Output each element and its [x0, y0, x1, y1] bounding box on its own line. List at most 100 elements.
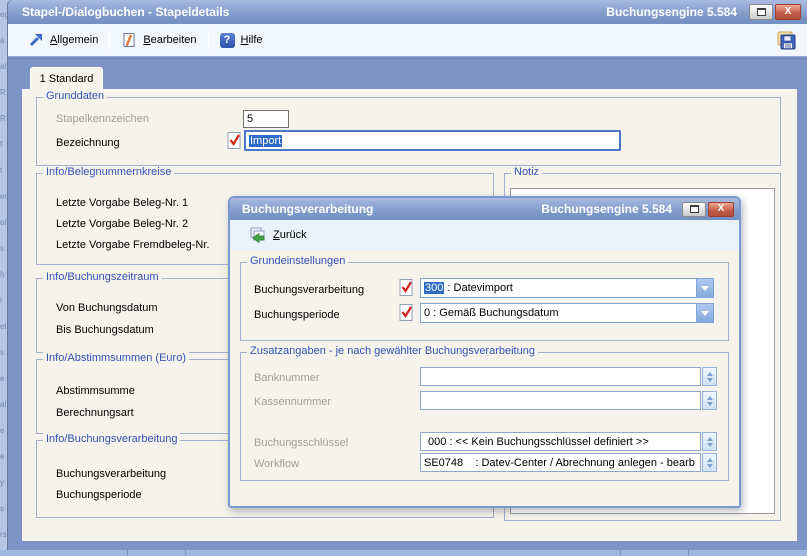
chevron-down-icon: [701, 286, 709, 291]
window-title: Stapel-/Dialogbuchen - Stapeldetails: [22, 5, 229, 19]
spinner-buttons[interactable]: [702, 432, 717, 451]
banknummer-value[interactable]: [420, 367, 701, 386]
chevron-down-icon: [701, 311, 709, 316]
group-caption: Zusatzangaben - je nach gewählter Buchun…: [247, 345, 538, 357]
bezeichnung-value: Import: [249, 135, 282, 147]
zurueck-button[interactable]: Zurück: [242, 223, 315, 247]
stapelkennzeichen-field[interactable]: 5: [243, 110, 289, 128]
dialog-toolbar: Zurück: [230, 220, 739, 250]
dropdown-button[interactable]: [696, 279, 713, 297]
background-bottom-strip: [0, 550, 807, 556]
zurueck-label: Zurück: [273, 229, 307, 241]
restore-button[interactable]: [749, 4, 773, 20]
save-button[interactable]: [774, 28, 799, 53]
buchungsschluessel-label: Buchungsschlüssel: [254, 437, 348, 449]
tab-standard[interactable]: 1 Standard: [30, 67, 103, 90]
spin-up-icon: [707, 458, 713, 462]
buchungsperiode-label: Buchungsperiode: [254, 309, 340, 321]
help-question-icon: ?: [220, 33, 235, 48]
allgemein-button[interactable]: Allgemein: [20, 28, 106, 52]
stapelkennzeichen-value: 5: [247, 113, 253, 125]
spinner-buttons[interactable]: [702, 367, 717, 386]
divider: [620, 550, 621, 556]
main-titlebar: Stapel-/Dialogbuchen - Stapeldetails Buc…: [8, 0, 807, 24]
spin-up-icon: [707, 437, 713, 441]
divider: [127, 550, 128, 556]
spin-up-icon: [707, 396, 713, 400]
row-label: Letzte Vorgabe Beleg-Nr. 1: [56, 197, 188, 209]
row-label: Letzte Vorgabe Beleg-Nr. 2: [56, 218, 188, 230]
dialog-restore-button[interactable]: [682, 202, 706, 217]
buchungsperiode-combobox[interactable]: 0 : Gemäß Buchungsdatum: [420, 303, 714, 323]
main-toolbar: Allgemein Bearbeiten ? Hilfe: [8, 24, 807, 57]
group-caption: Info/Buchungsverarbeitung: [43, 433, 180, 445]
restore-icon: [690, 205, 699, 213]
hilfe-button[interactable]: ? Hilfe: [212, 29, 271, 52]
spin-down-icon: [707, 402, 713, 406]
group-caption: Grunddaten: [43, 90, 107, 102]
combo-selected-text: 300: [424, 282, 444, 294]
group-zusatzangaben: Zusatzangaben - je nach gewählter Buchun…: [240, 352, 729, 481]
combo-text: : Datevimport: [444, 282, 512, 294]
group-grunddaten: Grunddaten Stapelkennzeichen 5 Bezeichnu…: [36, 97, 781, 166]
engine-version-label: Buchungsengine 5.584: [541, 202, 672, 216]
dialog-titlebar: Buchungsverarbeitung Buchungsengine 5.58…: [230, 198, 739, 220]
engine-version-label: Buchungsengine 5.584: [606, 5, 737, 19]
buchungsverarbeitung-combobox[interactable]: 300 : Datevimport: [420, 278, 714, 298]
kassennummer-value[interactable]: [420, 391, 701, 410]
group-grundeinstellungen: Grundeinstellungen Buchungsverarbeitung …: [240, 262, 729, 341]
buchungsverarbeitung-label: Buchungsverarbeitung: [254, 284, 364, 296]
bearbeiten-button[interactable]: Bearbeiten: [113, 28, 204, 52]
workflow-value[interactable]: SE0748 : Datev-Center / Abrechnung anleg…: [420, 453, 701, 472]
spin-down-icon: [707, 378, 713, 382]
group-caption: Info/Abstimmsummen (Euro): [43, 352, 189, 364]
kassennummer-spinfield[interactable]: [420, 391, 717, 410]
banknummer-label: Banknummer: [254, 372, 319, 384]
stapelkennzeichen-label: Stapelkennzeichen: [56, 113, 149, 125]
bezeichnung-input[interactable]: Import: [244, 130, 621, 151]
back-arrow-icon: [250, 227, 267, 243]
combo-text: 0 : Gemäß Buchungsdatum: [424, 307, 559, 319]
hilfe-label: Hilfe: [241, 34, 263, 46]
bearbeiten-label: Bearbeiten: [143, 34, 196, 46]
divider: [185, 550, 186, 556]
arrow-up-right-icon: [28, 32, 44, 48]
group-caption: Grundeinstellungen: [247, 255, 348, 267]
required-check-icon[interactable]: [399, 278, 414, 297]
row-label: Letzte Vorgabe Fremdbeleg-Nr.: [56, 239, 209, 251]
group-caption: Notiz: [511, 166, 542, 178]
kassennummer-label: Kassennummer: [254, 396, 331, 408]
banknummer-spinfield[interactable]: [420, 367, 717, 386]
row-label: Berechnungsart: [56, 407, 134, 419]
row-label: Bis Buchungsdatum: [56, 324, 154, 336]
row-label: Von Buchungsdatum: [56, 302, 158, 314]
dialog-close-button[interactable]: X: [708, 202, 734, 217]
tab-label: 1 Standard: [40, 73, 94, 85]
spinner-buttons[interactable]: [702, 453, 717, 472]
group-caption: Info/Buchungszeitraum: [43, 271, 162, 283]
allgemein-label: Allgemein: [50, 34, 98, 46]
row-label: Abstimmsumme: [56, 385, 135, 397]
dialog-title: Buchungsverarbeitung: [242, 202, 373, 216]
row-label: Buchungsverarbeitung: [56, 468, 166, 480]
spin-down-icon: [707, 464, 713, 468]
restore-icon: [757, 8, 766, 16]
bezeichnung-label: Bezeichnung: [56, 137, 120, 149]
required-check-icon[interactable]: [227, 131, 242, 150]
required-check-icon[interactable]: [399, 303, 414, 322]
close-button[interactable]: X: [775, 4, 801, 20]
spinner-buttons[interactable]: [702, 391, 717, 410]
spin-down-icon: [707, 443, 713, 447]
divider: [688, 550, 689, 556]
group-caption: Info/Belegnummernkreise: [43, 166, 174, 178]
edit-document-icon: [121, 32, 137, 48]
buchungsschluessel-spinfield[interactable]: 000 : << Kein Buchungsschlüssel definier…: [420, 432, 717, 451]
spin-up-icon: [707, 372, 713, 376]
buchungsverarbeitung-dialog: Buchungsverarbeitung Buchungsengine 5.58…: [228, 196, 741, 508]
workflow-label: Workflow: [254, 458, 299, 470]
row-label: Buchungsperiode: [56, 489, 142, 501]
dropdown-button[interactable]: [696, 304, 713, 322]
toolbar-separator: [208, 29, 209, 51]
workflow-spinfield[interactable]: SE0748 : Datev-Center / Abrechnung anleg…: [420, 453, 717, 472]
buchungsschluessel-value[interactable]: 000 : << Kein Buchungsschlüssel definier…: [420, 432, 701, 451]
